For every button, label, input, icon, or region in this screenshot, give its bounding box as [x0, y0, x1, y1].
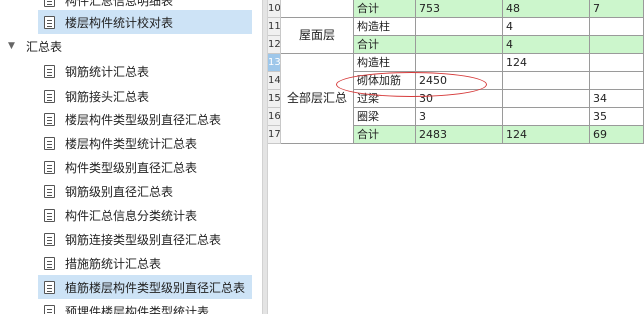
- table-cell[interactable]: [503, 90, 590, 108]
- table-cell[interactable]: 7: [590, 0, 644, 18]
- table-cell[interactable]: [416, 36, 503, 54]
- table-cell[interactable]: 69: [590, 126, 644, 144]
- table-cell[interactable]: [503, 72, 590, 90]
- table-cell-type[interactable]: 圈梁: [354, 108, 416, 126]
- table-cell-type[interactable]: 合计: [354, 126, 416, 144]
- document-icon: [44, 184, 55, 198]
- row-header[interactable]: 14: [268, 72, 281, 90]
- table-cell[interactable]: 124: [503, 126, 590, 144]
- row-header[interactable]: 12: [268, 36, 281, 54]
- tree-item-info-category[interactable]: 构件汇总信息分类统计表: [0, 203, 262, 227]
- table-cell-type[interactable]: 构造柱: [354, 54, 416, 72]
- table-cell[interactable]: 3: [416, 108, 503, 126]
- table-cell[interactable]: [590, 72, 644, 90]
- group-label-all-floors[interactable]: 全部层汇总: [281, 54, 354, 144]
- tree-item-rebar-stat-summary[interactable]: 钢筋统计汇总表: [0, 59, 262, 83]
- tree-folder-summary[interactable]: ▼ 汇总表: [0, 34, 262, 58]
- document-icon: [44, 304, 55, 314]
- tree-item-label: 构件汇总信息明细表: [65, 0, 174, 8]
- table-cell[interactable]: [503, 108, 590, 126]
- tree-item-label: 楼层构件类型统计汇总表: [65, 136, 198, 151]
- tree-item-floor-type-stat[interactable]: 楼层构件类型统计汇总表: [0, 131, 262, 155]
- tree-item-floor-type-grade-dia[interactable]: 楼层构件类型级别直径汇总表: [0, 107, 262, 131]
- table-cell[interactable]: 4: [503, 18, 590, 36]
- document-icon: [44, 208, 55, 222]
- table-cell-type[interactable]: 合计: [354, 0, 416, 18]
- tree-item-label: 钢筋统计汇总表: [65, 64, 150, 79]
- row-header-active[interactable]: 13: [268, 54, 281, 72]
- document-icon: [44, 112, 55, 126]
- table-cell[interactable]: 48: [503, 0, 590, 18]
- table-cell[interactable]: [416, 54, 503, 72]
- row-header[interactable]: 16: [268, 108, 281, 126]
- row-header[interactable]: 11: [268, 18, 281, 36]
- tree-item-type-grade-dia[interactable]: 构件类型级别直径汇总表: [0, 155, 262, 179]
- report-grid-panel: 10 11 12 13 14 15 16 17 屋面层 全部层汇总 合计 753…: [268, 0, 644, 314]
- tree-item-label: 措施筋统计汇总表: [65, 256, 162, 271]
- document-icon: [44, 64, 55, 78]
- table-cell[interactable]: 124: [503, 54, 590, 72]
- tree-item-embedded-parts[interactable]: 预埋件楼层构件类型统计表: [0, 299, 262, 314]
- table-cell-type[interactable]: 合计: [354, 36, 416, 54]
- tree-item-label: 钢筋接头汇总表: [65, 89, 150, 104]
- table-cell[interactable]: 2450: [416, 72, 503, 90]
- tree-item-label: 预埋件楼层构件类型统计表: [65, 304, 210, 314]
- tree-item-label: 楼层构件类型级别直径汇总表: [65, 112, 222, 127]
- table-cell[interactable]: 4: [503, 36, 590, 54]
- row-header[interactable]: 15: [268, 90, 281, 108]
- group-label-roof[interactable]: 屋面层: [281, 18, 354, 54]
- tree-item-grade-dia[interactable]: 钢筋级别直径汇总表: [0, 179, 262, 203]
- table-cell[interactable]: 753: [416, 0, 503, 18]
- document-icon: [44, 0, 55, 7]
- tree-item-planted-rebar[interactable]: 植筋楼层构件类型级别直径汇总表: [0, 275, 262, 299]
- table-cell-type[interactable]: 砌体加筋: [354, 72, 416, 90]
- table-cell-type[interactable]: 构造柱: [354, 18, 416, 36]
- table-cell-type[interactable]: 过梁: [354, 90, 416, 108]
- tree-item-label: 钢筋连接类型级别直径汇总表: [65, 232, 222, 247]
- table-cell[interactable]: [590, 36, 644, 54]
- row-header[interactable]: 10: [268, 0, 281, 18]
- row-header[interactable]: 17: [268, 126, 281, 144]
- tree-item-connection-type[interactable]: 钢筋连接类型级别直径汇总表: [0, 227, 262, 251]
- table-cell[interactable]: 34: [590, 90, 644, 108]
- table-cell[interactable]: 2483: [416, 126, 503, 144]
- tree-item-label: 楼层构件统计校对表: [65, 15, 174, 30]
- table-cell[interactable]: [590, 54, 644, 72]
- table-cell[interactable]: [281, 0, 354, 18]
- document-icon: [44, 280, 55, 294]
- tree-item-label: 构件类型级别直径汇总表: [65, 160, 198, 175]
- document-icon: [44, 89, 55, 103]
- document-icon: [44, 232, 55, 246]
- document-icon: [44, 160, 55, 174]
- table-cell[interactable]: [590, 18, 644, 36]
- tree-folder-label: 汇总表: [26, 39, 63, 54]
- table-cell[interactable]: 30: [416, 90, 503, 108]
- table-cell[interactable]: [416, 18, 503, 36]
- tree-item-label: 钢筋级别直径汇总表: [65, 184, 174, 199]
- report-tree-panel: 构件汇总信息明细表 楼层构件统计校对表 ▼ 汇总表 钢筋统计汇总表 钢筋接头汇总…: [0, 0, 262, 314]
- table-cell[interactable]: 35: [590, 108, 644, 126]
- document-icon: [44, 256, 55, 270]
- chevron-down-icon[interactable]: ▼: [8, 41, 18, 51]
- tree-item-floor-component-check[interactable]: 楼层构件统计校对表: [0, 10, 262, 34]
- tree-item-rebar-joint-summary[interactable]: 钢筋接头汇总表: [0, 84, 262, 108]
- tree-item-label: 植筋楼层构件类型级别直径汇总表: [65, 280, 246, 295]
- tree-item-label: 构件汇总信息分类统计表: [65, 208, 198, 223]
- document-icon: [44, 136, 55, 150]
- document-icon: [44, 15, 55, 29]
- tree-item-measure-rebar[interactable]: 措施筋统计汇总表: [0, 251, 262, 275]
